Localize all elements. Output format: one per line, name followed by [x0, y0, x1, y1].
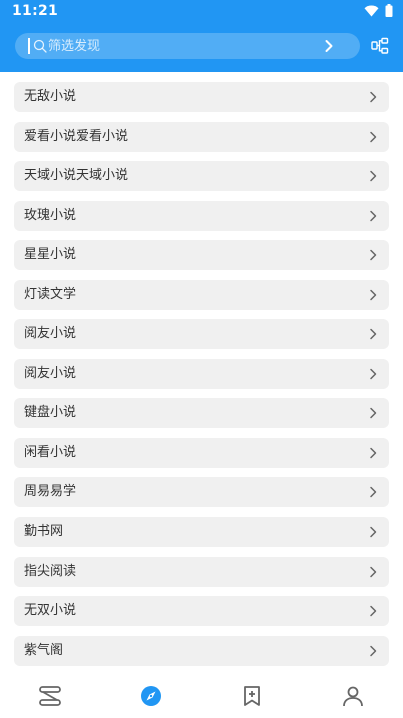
- battery-icon: [385, 4, 393, 17]
- source-list-item-label: 阅友小说: [24, 326, 77, 342]
- chevron-right-icon: [370, 605, 377, 617]
- source-list-item[interactable]: 周易易学: [14, 477, 389, 508]
- bottom-navigation: [0, 672, 403, 718]
- chevron-right-icon: [370, 447, 377, 459]
- chevron-right-icon: [370, 329, 377, 340]
- source-list-item-label: 周易易学: [24, 484, 77, 500]
- status-bar: 11:21: [0, 0, 403, 24]
- source-list-item[interactable]: 阅友小说: [14, 319, 389, 350]
- chevron-right-icon: [370, 91, 377, 103]
- chevron-right-icon: [370, 289, 377, 300]
- status-time: 11:21: [12, 3, 59, 19]
- source-list-item[interactable]: 灯读文学: [14, 279, 389, 310]
- chevron-right-icon: [370, 487, 377, 498]
- chevron-right-icon: [370, 645, 377, 656]
- search-bar[interactable]: [15, 33, 360, 59]
- source-list-item-label: 闲看小说: [24, 444, 77, 460]
- text-cursor: [28, 38, 30, 54]
- bookshelf-icon[interactable]: [38, 684, 62, 708]
- source-list-item-label: 灯读文学: [24, 286, 77, 302]
- source-list-item[interactable]: 爱看小说爱看小说: [14, 121, 389, 152]
- source-list-item-label: 天域小说天域小说: [24, 168, 129, 184]
- source-list-item[interactable]: 指尖阅读: [14, 556, 389, 587]
- search-input[interactable]: [48, 33, 328, 59]
- source-list-item[interactable]: 天域小说天域小说: [14, 161, 389, 192]
- chevron-right-icon: [370, 526, 377, 538]
- chevron-right-icon: [370, 368, 377, 380]
- source-list-item[interactable]: 玫瑰小说: [14, 200, 389, 231]
- source-list-item-label: 键盘小说: [24, 405, 77, 421]
- chevron-right-icon: [370, 566, 377, 577]
- source-list-item-label: 紫气阁: [24, 642, 64, 658]
- chevron-right-icon: [370, 131, 377, 142]
- top-app-bar: 11:21: [0, 0, 403, 72]
- source-list-item[interactable]: 键盘小说: [14, 398, 389, 429]
- source-list-item[interactable]: 紫气阁: [14, 635, 389, 666]
- source-list-item-label: 指尖阅读: [24, 563, 77, 579]
- group-filter-icon[interactable]: [371, 37, 389, 55]
- chevron-right-icon: [370, 210, 377, 221]
- wifi-icon: [364, 5, 379, 16]
- source-list-item-label: 无双小说: [24, 603, 77, 619]
- source-list-item[interactable]: 无双小说: [14, 596, 389, 627]
- search-icon: [33, 39, 47, 53]
- chevron-right-icon: [370, 408, 377, 419]
- source-list-item[interactable]: 无敌小说: [14, 82, 389, 112]
- source-list-item-label: 阅友小说: [24, 365, 77, 381]
- source-list-item-label: 星星小说: [24, 247, 77, 263]
- source-list-item[interactable]: 闲看小说: [14, 437, 389, 468]
- status-icons: [364, 4, 393, 17]
- profile-icon[interactable]: [341, 684, 365, 708]
- source-list-item-label: 勤书网: [24, 524, 64, 540]
- source-list-item[interactable]: 星星小说: [14, 240, 389, 271]
- source-list-item[interactable]: 勤书网: [14, 517, 389, 548]
- bookmark-add-icon[interactable]: [240, 684, 264, 708]
- discover-compass-icon[interactable]: [139, 684, 163, 708]
- chevron-right-icon: [370, 170, 377, 182]
- source-list-item-label: 爱看小说爱看小说: [24, 128, 129, 144]
- search-submit-chevron-icon[interactable]: [324, 39, 334, 53]
- chevron-right-icon: [370, 249, 377, 261]
- source-list-item-label: 无敌小说: [24, 89, 77, 104]
- discover-source-list: 无敌小说 爱看小说爱看小说 天域小说天域小说 玫瑰小说 星星小说 灯读文学 阅友小说 阅友小说…: [14, 82, 389, 675]
- source-list-item[interactable]: 阅友小说: [14, 358, 389, 389]
- source-list-item-label: 玫瑰小说: [24, 207, 77, 223]
